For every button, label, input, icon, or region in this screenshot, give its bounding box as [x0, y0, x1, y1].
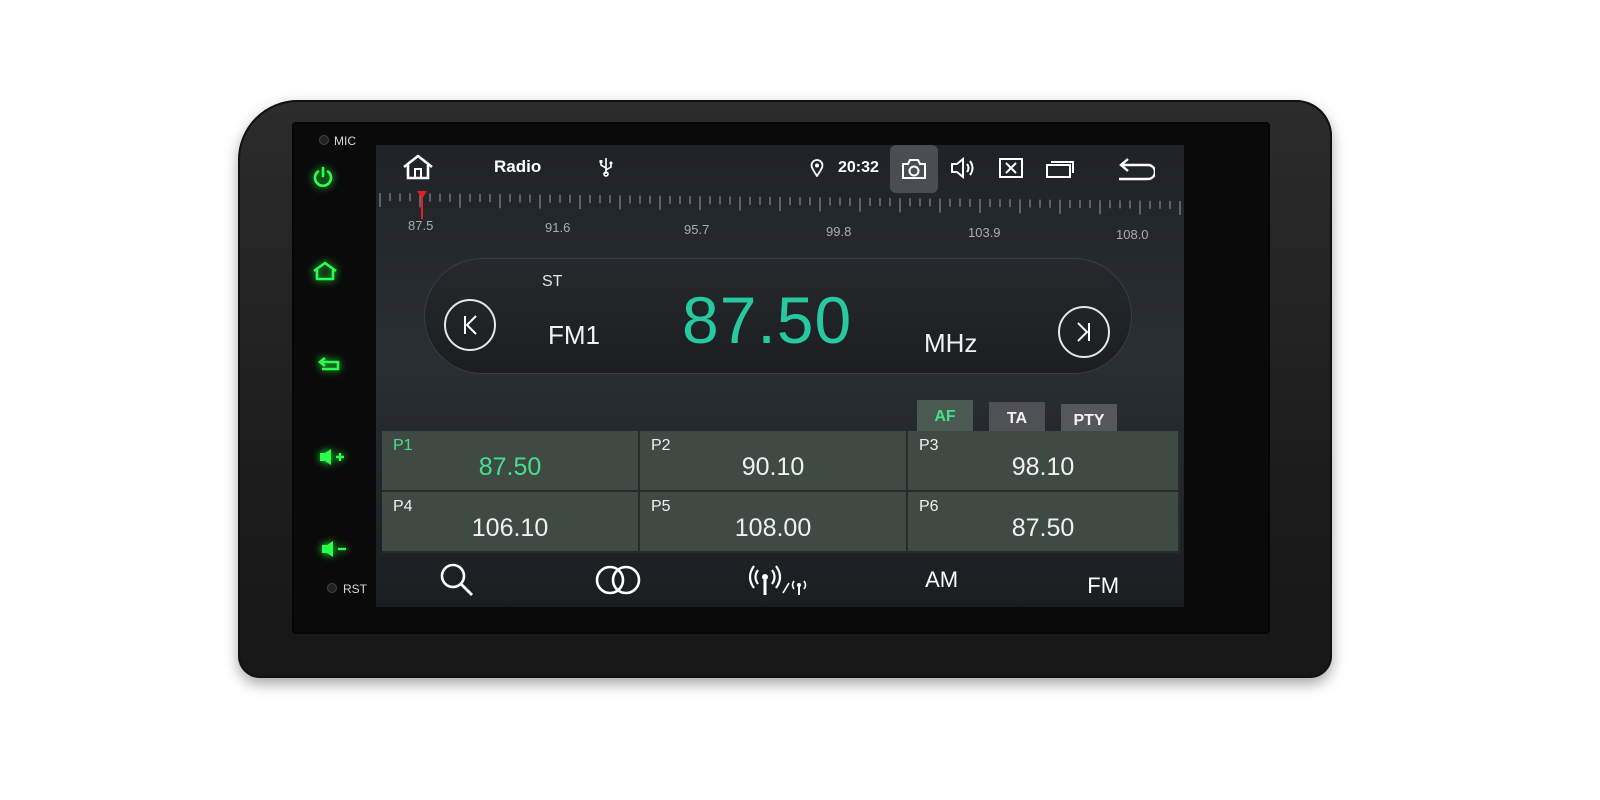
- recent-apps-button[interactable]: [1042, 153, 1078, 183]
- preset-frequency: 98.10: [1011, 453, 1075, 481]
- back-button[interactable]: [1110, 153, 1160, 187]
- mic-label: MIC: [334, 134, 356, 148]
- rst-label: RST: [343, 582, 367, 596]
- preset-6[interactable]: P6 87.50: [908, 492, 1180, 553]
- scale-ticks: [379, 191, 1181, 219]
- stereo-indicator: ST: [542, 273, 563, 290]
- home-icon: [403, 154, 433, 180]
- scan-button[interactable]: [376, 553, 538, 607]
- recent-apps-icon: [1046, 161, 1074, 178]
- volume-down-icon: [322, 541, 346, 557]
- scale-label: 99.8: [826, 224, 852, 239]
- volume-up-button[interactable]: [315, 442, 349, 472]
- am-band-button[interactable]: AM: [861, 553, 1023, 607]
- af-button[interactable]: AF: [917, 400, 973, 434]
- seek-next-button[interactable]: [1058, 306, 1110, 358]
- scale-label: 108.0: [1116, 227, 1149, 242]
- reset-hole[interactable]: [328, 584, 336, 592]
- local-distance-button[interactable]: [699, 553, 861, 607]
- radio-screen: Radio 20:32 87.5 91.6 95.7 99.8 103.9 10…: [376, 145, 1184, 607]
- search-icon: [440, 563, 473, 596]
- preset-grid: P1 87.50 P2 90.10 P3 98.10 P4 106.10 P5 …: [382, 431, 1180, 553]
- scale-label: 87.5: [408, 218, 434, 233]
- stereo-button[interactable]: [538, 553, 700, 607]
- seek-next-icon: [1077, 322, 1090, 342]
- scale-label: 103.9: [968, 225, 1001, 240]
- band-label: FM1: [548, 320, 600, 350]
- page-title: Radio: [494, 157, 542, 176]
- seek-prev-icon: [464, 315, 477, 335]
- power-button[interactable]: [306, 162, 340, 192]
- scale-label: 91.6: [545, 220, 571, 235]
- close-box-icon: [999, 158, 1023, 178]
- camera-icon: [902, 159, 926, 179]
- volume-down-button[interactable]: [317, 534, 351, 564]
- preset-frequency: 87.50: [478, 453, 542, 481]
- hw-home-button[interactable]: [308, 256, 342, 286]
- frequency-scale[interactable]: 87.5 91.6 95.7 99.8 103.9 108.0: [376, 189, 1184, 245]
- preset-frequency: 108.00: [734, 514, 812, 542]
- close-button[interactable]: [995, 153, 1027, 183]
- status-bar: Radio 20:32: [376, 145, 1184, 193]
- power-icon: [313, 166, 333, 187]
- preset-5[interactable]: P5 108.00: [640, 492, 908, 553]
- preset-2[interactable]: P2 90.10: [640, 431, 908, 492]
- usb-icon: [596, 155, 616, 179]
- home-button[interactable]: [398, 151, 438, 183]
- mic-hole: [320, 136, 328, 144]
- antenna-icon: [748, 565, 807, 595]
- seek-prev-button[interactable]: [444, 299, 496, 351]
- screenshot-button[interactable]: [890, 145, 938, 193]
- home-icon: [313, 261, 337, 281]
- preset-1[interactable]: P1 87.50: [382, 431, 640, 492]
- preset-3[interactable]: P3 98.10: [908, 431, 1180, 492]
- stereo-icon: [596, 565, 641, 595]
- frequency-unit: MHz: [924, 328, 978, 358]
- fm-band-button[interactable]: FM: [1022, 553, 1184, 607]
- bottom-toolbar: AM FM: [376, 553, 1184, 607]
- current-frequency: 87.50: [682, 283, 853, 357]
- hw-back-button[interactable]: [313, 350, 347, 380]
- volume-button[interactable]: [946, 153, 980, 183]
- preset-4[interactable]: P4 106.10: [382, 492, 640, 553]
- location-icon: [808, 157, 826, 179]
- preset-frequency: 90.10: [741, 453, 805, 481]
- tuner-display: ST FM1 87.50 MHz: [424, 258, 1132, 374]
- volume-icon: [951, 156, 974, 180]
- preset-frequency: 87.50: [1011, 514, 1075, 542]
- back-arrow-icon: [1119, 158, 1155, 181]
- scale-label: 95.7: [684, 222, 710, 237]
- volume-up-icon: [320, 449, 344, 465]
- preset-frequency: 106.10: [471, 514, 549, 542]
- back-icon: [317, 356, 340, 371]
- clock: 20:32: [838, 159, 879, 176]
